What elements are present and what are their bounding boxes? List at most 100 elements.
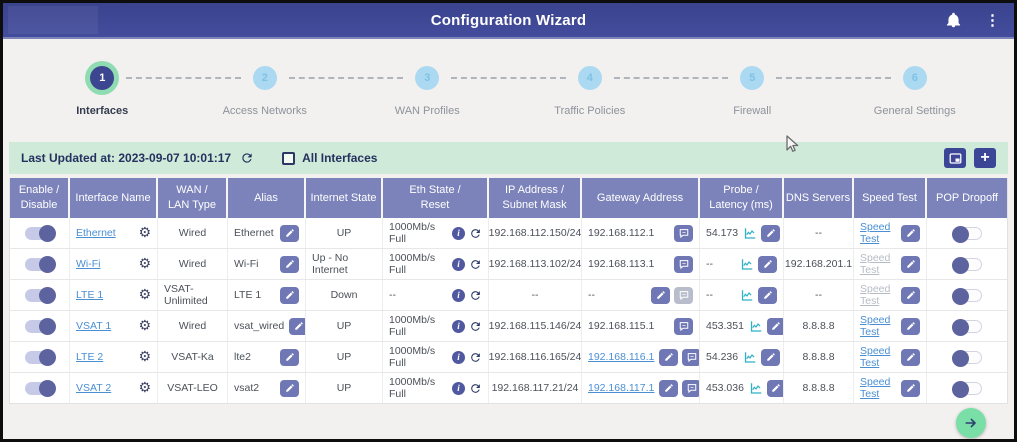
step-number-badge[interactable]: 3 xyxy=(415,66,439,90)
interface-name-link[interactable]: LTE 1 xyxy=(76,289,103,301)
alias-edit-pencil-icon[interactable] xyxy=(280,287,299,304)
notification-bell-icon[interactable] xyxy=(946,12,961,28)
gear-icon[interactable]: ⚙ xyxy=(138,350,151,364)
info-icon[interactable]: i xyxy=(452,351,465,364)
gateway-edit-pencil-icon[interactable] xyxy=(659,349,678,366)
gear-icon[interactable]: ⚙ xyxy=(138,257,151,271)
gear-icon[interactable]: ⚙ xyxy=(138,319,151,333)
info-icon[interactable]: i xyxy=(452,320,465,333)
add-interface-button[interactable]: + xyxy=(974,148,996,168)
reset-icon[interactable] xyxy=(469,382,482,395)
speed-test-link[interactable]: Speed Test xyxy=(860,252,896,276)
pop-dropoff-toggle[interactable] xyxy=(952,320,982,333)
gateway-ping-icon[interactable] xyxy=(674,318,693,335)
pop-dropoff-toggle[interactable] xyxy=(952,351,982,364)
reset-icon[interactable] xyxy=(469,258,482,271)
interface-name-link[interactable]: Ethernet xyxy=(76,227,116,239)
gateway-ping-icon[interactable] xyxy=(674,287,693,304)
alias-edit-pencil-icon[interactable] xyxy=(289,318,306,335)
speed-test-link[interactable]: Speed Test xyxy=(860,283,896,307)
info-icon[interactable]: i xyxy=(452,258,465,271)
speed-test-edit-pencil-icon[interactable] xyxy=(901,256,920,273)
speed-test-edit-pencil-icon[interactable] xyxy=(901,225,920,242)
gateway-ping-icon[interactable] xyxy=(682,380,700,397)
gateway-edit-pencil-icon[interactable] xyxy=(659,380,678,397)
info-icon[interactable]: i xyxy=(452,289,465,302)
info-icon[interactable]: i xyxy=(452,227,465,240)
probe-edit-pencil-icon[interactable] xyxy=(758,287,777,304)
card-view-icon[interactable] xyxy=(944,148,966,168)
internet-state-cell: UP xyxy=(306,311,383,341)
gateway-ping-icon[interactable] xyxy=(674,256,693,273)
probe-edit-pencil-icon[interactable] xyxy=(761,225,780,242)
interface-name-link[interactable]: Wi-Fi xyxy=(76,258,101,270)
enable-toggle[interactable] xyxy=(25,320,55,333)
speed-test-edit-pencil-icon[interactable] xyxy=(901,380,920,397)
speed-test-link[interactable]: Speed Test xyxy=(860,376,896,400)
enable-toggle[interactable] xyxy=(25,289,55,302)
pop-dropoff-toggle[interactable] xyxy=(952,227,982,240)
probe-icons xyxy=(740,256,777,273)
latency-chart-icon[interactable] xyxy=(740,289,754,302)
stepper-step[interactable]: 2 Access Networks xyxy=(184,66,347,117)
step-number-badge[interactable]: 6 xyxy=(903,66,927,90)
latency-chart-icon[interactable] xyxy=(749,320,763,333)
pop-dropoff-toggle[interactable] xyxy=(952,258,982,271)
probe-edit-pencil-icon[interactable] xyxy=(761,349,780,366)
step-number-badge[interactable]: 1 xyxy=(90,66,114,90)
interface-name-link[interactable]: VSAT 1 xyxy=(76,320,111,332)
speed-test-link[interactable]: Speed Test xyxy=(860,221,896,245)
pop-dropoff-toggle[interactable] xyxy=(952,289,982,302)
all-interfaces-checkbox-group[interactable]: All Interfaces xyxy=(282,151,377,165)
reset-icon[interactable] xyxy=(469,351,482,364)
gateway-ping-icon[interactable] xyxy=(674,225,693,242)
probe-edit-pencil-icon[interactable] xyxy=(767,380,784,397)
step-label: General Settings xyxy=(874,105,956,117)
stepper-step[interactable]: 1 Interfaces xyxy=(21,66,184,117)
next-step-button[interactable] xyxy=(956,408,986,438)
enable-toggle[interactable] xyxy=(25,227,55,240)
kebab-menu-icon[interactable]: ⋮ xyxy=(985,13,1000,28)
stepper-step[interactable]: 5 Firewall xyxy=(671,66,834,117)
gateway-ping-icon[interactable] xyxy=(682,349,700,366)
alias-edit-pencil-icon[interactable] xyxy=(280,256,299,273)
alias-edit-pencil-icon[interactable] xyxy=(280,380,299,397)
gear-icon[interactable]: ⚙ xyxy=(138,381,151,395)
gear-icon[interactable]: ⚙ xyxy=(138,288,151,302)
reset-icon[interactable] xyxy=(469,227,482,240)
pop-dropoff-toggle[interactable] xyxy=(952,382,982,395)
speed-test-link[interactable]: Speed Test xyxy=(860,314,896,338)
speed-test-link[interactable]: Speed Test xyxy=(860,345,896,369)
interface-name-link[interactable]: VSAT 2 xyxy=(76,382,111,394)
step-number-badge[interactable]: 5 xyxy=(740,66,764,90)
alias-edit-pencil-icon[interactable] xyxy=(280,225,299,242)
stepper-step[interactable]: 3 WAN Profiles xyxy=(346,66,509,117)
speed-test-edit-pencil-icon[interactable] xyxy=(901,318,920,335)
enable-toggle[interactable] xyxy=(25,351,55,364)
gateway-icons xyxy=(674,256,693,273)
latency-chart-icon[interactable] xyxy=(743,227,757,240)
all-interfaces-checkbox[interactable] xyxy=(282,152,295,165)
reset-icon[interactable] xyxy=(469,289,482,302)
alias-edit-pencil-icon[interactable] xyxy=(280,349,299,366)
probe-edit-pencil-icon[interactable] xyxy=(758,256,777,273)
gateway-edit-pencil-icon[interactable] xyxy=(651,287,670,304)
stepper-step[interactable]: 4 Traffic Policies xyxy=(509,66,672,117)
speed-test-edit-pencil-icon[interactable] xyxy=(901,287,920,304)
latency-chart-icon[interactable] xyxy=(749,382,763,395)
refresh-icon[interactable] xyxy=(240,151,254,165)
info-icon[interactable]: i xyxy=(452,382,465,395)
latency-chart-icon[interactable] xyxy=(743,351,757,364)
alias-value: vsat2 xyxy=(234,382,259,394)
reset-icon[interactable] xyxy=(469,320,482,333)
step-number-badge[interactable]: 4 xyxy=(578,66,602,90)
interface-name-link[interactable]: LTE 2 xyxy=(76,351,103,363)
speed-test-edit-pencil-icon[interactable] xyxy=(901,349,920,366)
step-number-badge[interactable]: 2 xyxy=(253,66,277,90)
probe-edit-pencil-icon[interactable] xyxy=(767,318,784,335)
stepper-step[interactable]: 6 General Settings xyxy=(834,66,997,117)
enable-toggle[interactable] xyxy=(25,258,55,271)
enable-toggle[interactable] xyxy=(25,382,55,395)
gear-icon[interactable]: ⚙ xyxy=(138,226,151,240)
latency-chart-icon[interactable] xyxy=(740,258,754,271)
